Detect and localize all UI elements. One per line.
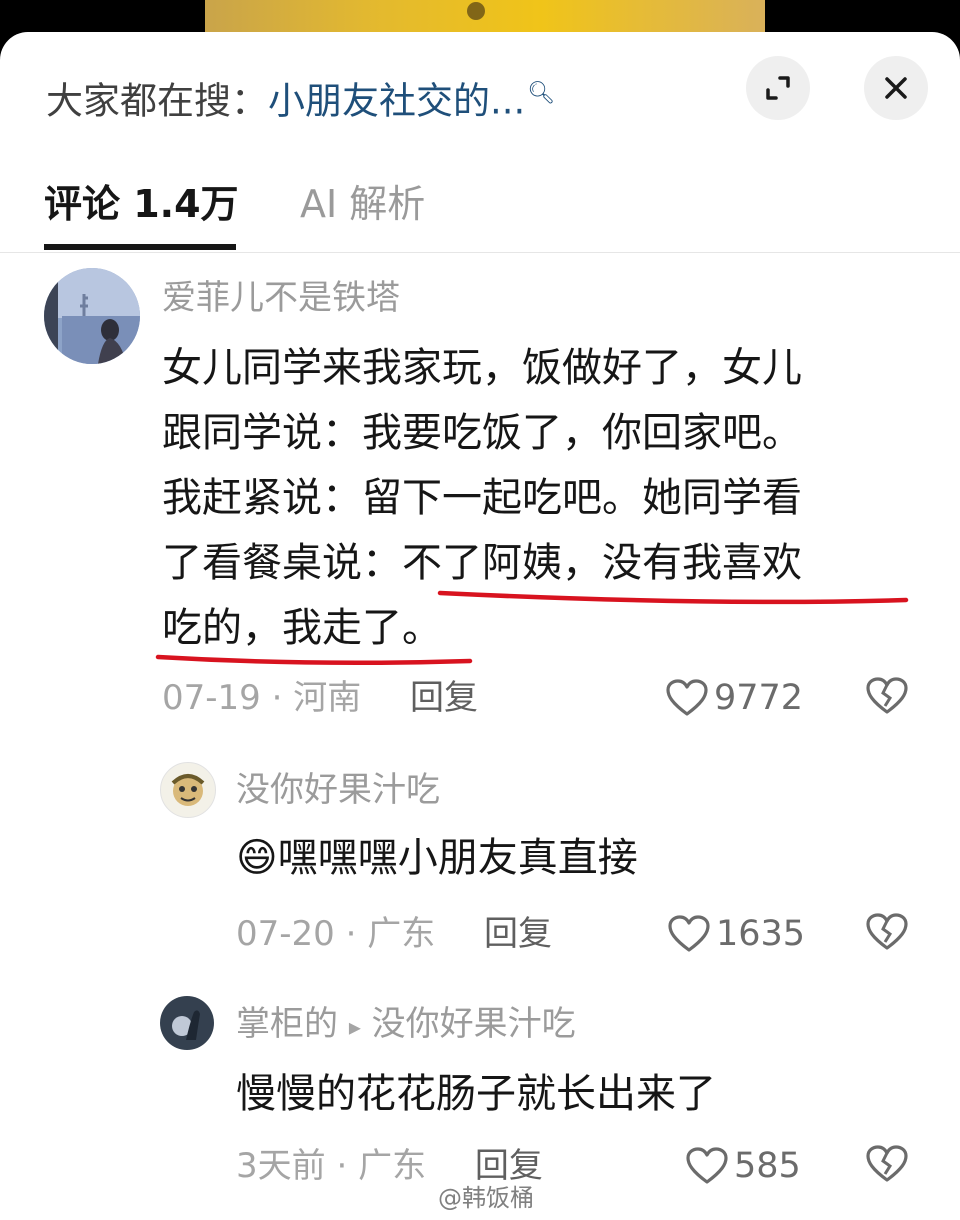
reply-arrow-icon: ▸ xyxy=(348,1013,361,1041)
reply-button[interactable]: 回复 xyxy=(484,914,552,954)
comment-username: 掌柜的 ▸ 没你好果汁吃 xyxy=(236,1002,576,1049)
separator: · xyxy=(336,1146,348,1186)
heart-icon xyxy=(668,915,710,952)
avatar[interactable] xyxy=(160,996,214,1050)
heart-icon xyxy=(686,1147,728,1184)
dislike-button[interactable] xyxy=(866,677,908,719)
like-count: 585 xyxy=(734,1146,801,1186)
expand-button[interactable] xyxy=(746,56,810,120)
avatar[interactable] xyxy=(160,762,216,818)
comment-username[interactable]: 爱菲儿不是铁塔 xyxy=(162,276,400,320)
dislike-button[interactable] xyxy=(866,913,908,955)
search-prefix: 大家都在搜： xyxy=(46,79,268,123)
avatar[interactable] xyxy=(44,268,140,364)
broken-heart-icon xyxy=(866,1145,908,1182)
comment-line: 我赶紧说：留下一起吃吧。她同学看 xyxy=(162,475,802,521)
active-tab-indicator xyxy=(44,244,236,250)
comment-username[interactable]: 没你好果汁吃 xyxy=(236,768,440,812)
like-count: 1635 xyxy=(716,914,806,954)
expand-icon xyxy=(766,76,790,100)
weibo-watermark: @韩饭桶 xyxy=(438,1184,534,1212)
like-button[interactable]: 1635 xyxy=(668,912,805,956)
comment-date: 07-19 xyxy=(162,678,261,718)
heart-icon xyxy=(666,679,708,716)
comment-meta: 07-20 · 广东 回复 xyxy=(236,912,552,956)
broken-heart-icon xyxy=(866,913,908,950)
comment-line: 跟同学说：我要吃饭了，你回家吧。 xyxy=(162,410,802,456)
tab-ai-analysis[interactable]: AI 解析 xyxy=(300,176,425,232)
separator: · xyxy=(345,914,357,954)
close-button[interactable] xyxy=(864,56,928,120)
comment-text: 慢慢的花花肠子就长出来了 xyxy=(236,1071,716,1117)
separator: · xyxy=(271,678,283,718)
comment-line: 了看餐桌说：不了阿姨，没有我喜欢 xyxy=(162,540,802,586)
reply-button[interactable]: 回复 xyxy=(410,678,478,718)
like-button[interactable]: 585 xyxy=(686,1144,801,1188)
like-button[interactable]: 9772 xyxy=(666,676,803,720)
comment-date: 07-20 xyxy=(236,914,335,954)
comment-location: 广东 xyxy=(358,1146,427,1186)
comment-location: 广东 xyxy=(367,914,436,954)
close-icon xyxy=(885,77,907,99)
comment-location: 河南 xyxy=(293,678,362,718)
comment-text: 女儿同学来我家玩，饭做好了，女儿 跟同学说：我要吃饭了，你回家吧。 我赶紧说：留… xyxy=(162,336,802,661)
like-count: 9772 xyxy=(714,678,804,718)
comment-body: 嘿嘿嘿小朋友真直接 xyxy=(277,835,638,881)
dislike-button[interactable] xyxy=(866,1145,908,1187)
tab-comments[interactable]: 评论 1.4万 xyxy=(44,176,239,232)
broken-heart-icon xyxy=(866,677,908,714)
comment-text: 😄嘿嘿嘿小朋友真直接 xyxy=(236,830,638,886)
comment-line: 女儿同学来我家玩，饭做好了，女儿 xyxy=(162,345,802,391)
tab-bar: 评论 1.4万 AI 解析 xyxy=(0,168,960,253)
comment-date: 3天前 xyxy=(236,1146,326,1186)
search-suggestion[interactable]: 大家都在搜：小朋友社交的...🔍︎ xyxy=(46,66,555,129)
grin-emoji-icon: 😄 xyxy=(236,835,278,881)
search-icon[interactable]: 🔍︎ xyxy=(527,81,555,106)
reply-to-user[interactable]: 没你好果汁吃 xyxy=(372,1004,576,1044)
reply-author[interactable]: 掌柜的 xyxy=(236,1004,338,1044)
comment-line: 吃的，我走了。 xyxy=(162,605,442,651)
comment-meta: 07-19 · 河南 回复 xyxy=(162,676,478,720)
search-query[interactable]: 小朋友社交的... xyxy=(268,79,525,122)
